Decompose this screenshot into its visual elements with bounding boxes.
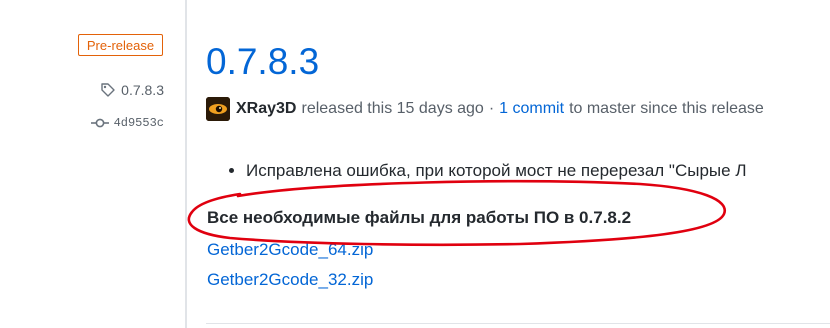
commits-suffix: to master since this release [569,100,764,117]
tag-icon [100,82,116,98]
files-heading: Все необходимые файлы для работы ПО в 0.… [207,208,632,227]
section-divider [206,323,830,324]
download-link-32[interactable]: Getber2Gcode_32.zip [207,268,373,292]
byline-separator: · [488,100,495,117]
commits-link[interactable]: 1 commit [499,100,564,118]
commit-sha-label: 4d9553c [113,116,164,130]
git-commit-icon [90,117,109,129]
release-notes-list: Исправлена ошибка, при которой мост не п… [206,157,830,185]
list-item: Исправлена ошибка, при которой мост не п… [246,157,830,185]
author-avatar[interactable] [206,97,230,121]
released-text: released this 15 days ago [301,100,484,117]
timeline-divider [185,0,187,328]
commit-sha-link[interactable]: 4d9553c [90,116,164,130]
release-page: Pre-release 0.7.8.3 4d9553c 0.7.8.3 XRay… [0,0,830,328]
author-link[interactable]: XRay3D [236,100,296,118]
release-byline: XRay3D released this 15 days ago · 1 com… [206,97,764,121]
release-title[interactable]: 0.7.8.3 [206,38,319,86]
release-tag-label: 0.7.8.3 [121,82,164,98]
pre-release-badge: Pre-release [78,34,163,56]
release-tag-link[interactable]: 0.7.8.3 [100,82,164,98]
download-link-64[interactable]: Getber2Gcode_64.zip [207,238,373,262]
